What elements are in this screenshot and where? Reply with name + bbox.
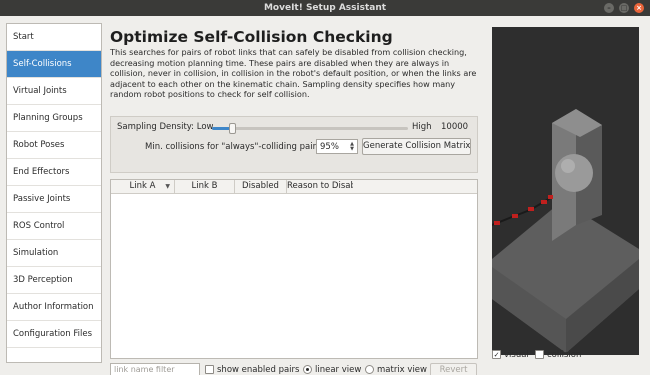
show-enabled-pairs-label: show enabled pairs xyxy=(217,365,300,375)
visual-checkbox[interactable]: ✓ xyxy=(492,350,501,359)
sidebar-item-ros-control[interactable]: ROS Control xyxy=(7,213,101,240)
maximize-icon[interactable]: □ xyxy=(619,3,629,13)
column-header-reason[interactable]: Reason to Disab xyxy=(287,180,353,193)
matrix-view-radio[interactable] xyxy=(365,365,374,374)
robot-joint xyxy=(512,214,518,218)
spin-down-icon[interactable]: ▼ xyxy=(348,146,356,152)
sidebar-item-author-information[interactable]: Author Information xyxy=(7,294,101,321)
show-enabled-pairs-checkbox[interactable] xyxy=(205,365,214,374)
min-collisions-value: 95% xyxy=(320,142,339,152)
sidebar-item-label: End Effectors xyxy=(13,167,70,177)
close-icon[interactable]: × xyxy=(634,3,644,13)
collision-label: collision xyxy=(547,350,582,360)
sidebar-item-label: ROS Control xyxy=(13,221,65,231)
sidebar-item-virtual-joints[interactable]: Virtual Joints xyxy=(7,78,101,105)
radio-selected-icon xyxy=(306,368,309,371)
robot-joint xyxy=(548,195,553,199)
sphere-highlight xyxy=(561,159,575,173)
sidebar-item-robot-poses[interactable]: Robot Poses xyxy=(7,132,101,159)
app-window: Start Self-Collisions Virtual Joints Pla… xyxy=(0,16,650,375)
page-description: This searches for pairs of robot links t… xyxy=(110,47,477,100)
sampling-settings-panel: Sampling Density: Low High 10000 Min. co… xyxy=(110,116,478,173)
column-header-link-b[interactable]: Link B xyxy=(175,180,235,193)
window-controls: – □ × xyxy=(604,3,644,13)
sidebar-item-planning-groups[interactable]: Planning Groups xyxy=(7,105,101,132)
column-header-disabled[interactable]: Disabled xyxy=(235,180,287,193)
robot-3d-viewer[interactable] xyxy=(492,27,639,355)
sidebar-item-self-collisions[interactable]: Self-Collisions xyxy=(7,51,101,78)
minimize-icon[interactable]: – xyxy=(604,3,614,13)
linear-view-label: linear view xyxy=(315,365,362,375)
sidebar-item-label: Author Information xyxy=(13,302,94,312)
robot-joint xyxy=(494,221,500,225)
sort-arrow-icon: ▼ xyxy=(165,183,170,190)
sidebar-item-label: Start xyxy=(13,32,34,42)
generate-collision-matrix-button[interactable]: Generate Collision Matrix xyxy=(362,138,471,155)
window-titlebar: MoveIt! Setup Assistant – □ × xyxy=(0,0,650,16)
sidebar-item-label: Self-Collisions xyxy=(13,59,72,69)
sidebar: Start Self-Collisions Virtual Joints Pla… xyxy=(6,23,102,363)
sidebar-item-label: Virtual Joints xyxy=(13,86,67,96)
sidebar-item-label: Robot Poses xyxy=(13,140,65,150)
sidebar-item-3d-perception[interactable]: 3D Perception xyxy=(7,267,101,294)
sampling-density-slider[interactable] xyxy=(212,123,408,134)
table-header: Link A ▼ Link B Disabled Reason to Disab xyxy=(111,180,477,194)
table-controls: link name filter show enabled pairs line… xyxy=(110,363,480,375)
matrix-view-label: matrix view xyxy=(377,365,427,375)
robot-sphere xyxy=(555,154,593,192)
column-header-link-a[interactable]: Link A ▼ xyxy=(111,180,175,193)
slider-handle[interactable] xyxy=(228,123,236,134)
robot-joint xyxy=(541,200,547,204)
robot-joint xyxy=(528,207,534,211)
sidebar-item-start[interactable]: Start xyxy=(7,24,101,51)
sidebar-item-label: Planning Groups xyxy=(13,113,83,123)
min-collisions-spinbox[interactable]: 95% ▲ ▼ xyxy=(316,139,358,154)
sidebar-item-simulation[interactable]: Simulation xyxy=(7,240,101,267)
viewer-options: ✓ visual collision xyxy=(492,348,642,362)
sidebar-item-passive-joints[interactable]: Passive Joints xyxy=(7,186,101,213)
sidebar-item-label: Passive Joints xyxy=(13,194,71,204)
collision-table[interactable]: Link A ▼ Link B Disabled Reason to Disab xyxy=(110,179,478,359)
collision-checkbox[interactable] xyxy=(535,350,544,359)
revert-button[interactable]: Revert xyxy=(430,363,477,375)
sampling-high-label: High xyxy=(412,122,432,132)
page-title: Optimize Self-Collision Checking xyxy=(110,28,393,46)
sidebar-item-label: Configuration Files xyxy=(13,329,92,339)
sampling-density-label: Sampling Density: Low xyxy=(117,122,214,132)
min-collisions-label: Min. collisions for "always"-colliding p… xyxy=(145,142,324,152)
sidebar-item-configuration-files[interactable]: Configuration Files xyxy=(7,321,101,348)
sidebar-item-label: 3D Perception xyxy=(13,275,73,285)
linear-view-radio[interactable] xyxy=(303,365,312,374)
sidebar-item-label: Simulation xyxy=(13,248,59,258)
window-title: MoveIt! Setup Assistant xyxy=(263,3,387,13)
sidebar-item-end-effectors[interactable]: End Effectors xyxy=(7,159,101,186)
sampling-density-value: 10000 xyxy=(441,122,469,132)
visual-label: visual xyxy=(504,350,529,360)
robot-scene xyxy=(492,109,639,353)
link-name-filter-input[interactable]: link name filter xyxy=(110,363,200,375)
